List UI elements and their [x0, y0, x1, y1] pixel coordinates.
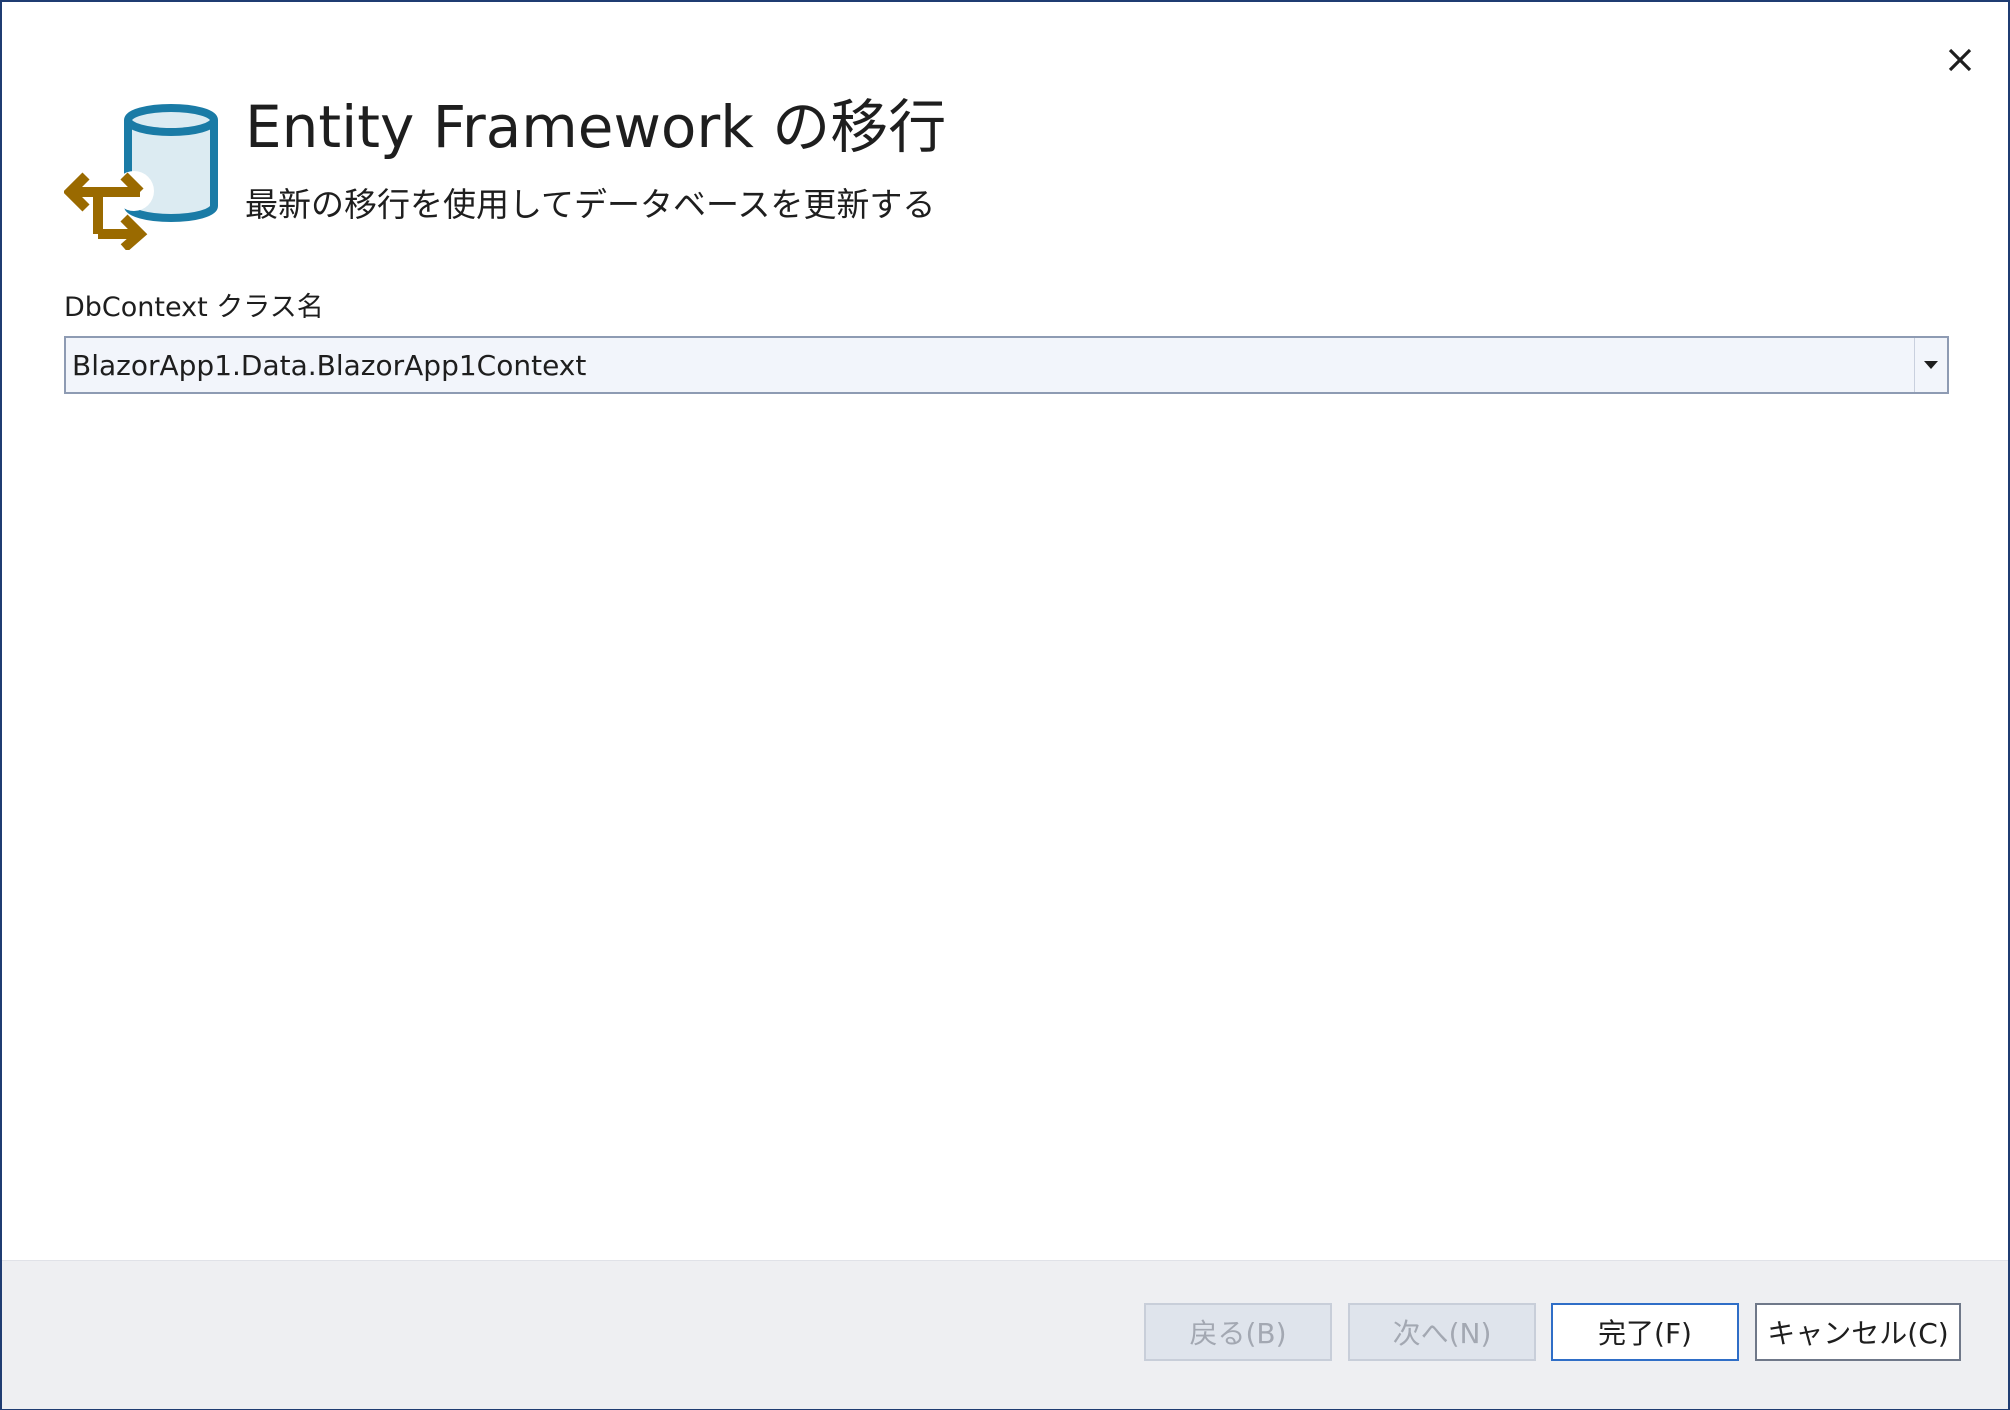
dbcontext-value: BlazorApp1.Data.BlazorApp1Context — [72, 349, 587, 382]
dialog-window: Entity Framework の移行 最新の移行を使用してデータベースを更新… — [0, 0, 2010, 1410]
chevron-down-icon — [1924, 361, 1938, 369]
dialog-footer: 戻る(B) 次へ(N) 完了(F) キャンセル(C) — [2, 1260, 2008, 1409]
finish-button[interactable]: 完了(F) — [1551, 1303, 1739, 1361]
back-button[interactable]: 戻る(B) — [1144, 1303, 1332, 1361]
dbcontext-combobox[interactable]: BlazorApp1.Data.BlazorApp1Context — [64, 336, 1949, 394]
database-migration-icon — [64, 104, 218, 250]
close-button[interactable] — [1932, 32, 1988, 88]
cancel-button[interactable]: キャンセル(C) — [1755, 1303, 1961, 1361]
dropdown-button[interactable] — [1914, 338, 1947, 392]
next-button[interactable]: 次へ(N) — [1348, 1303, 1536, 1361]
dbcontext-label: DbContext クラス名 — [64, 292, 324, 323]
close-icon — [1948, 48, 1972, 72]
dialog-title: Entity Framework の移行 — [245, 93, 947, 161]
dialog-subtitle: 最新の移行を使用してデータベースを更新する — [245, 185, 936, 224]
